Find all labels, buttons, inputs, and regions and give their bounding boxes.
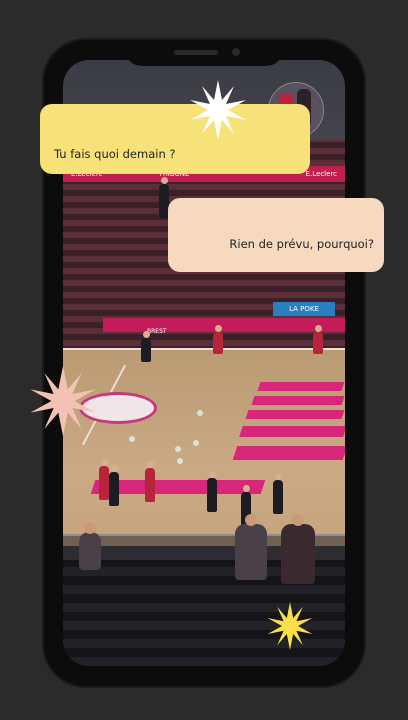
front-camera bbox=[232, 48, 240, 56]
player bbox=[313, 325, 323, 354]
player bbox=[141, 331, 151, 362]
court-line bbox=[63, 348, 345, 350]
player bbox=[273, 473, 283, 514]
starburst-white-icon bbox=[190, 80, 246, 140]
starburst-yellow-icon bbox=[267, 602, 313, 650]
ad-board: BREST LA POKE bbox=[103, 302, 345, 335]
spectator bbox=[281, 514, 315, 584]
spectator bbox=[79, 522, 101, 570]
player bbox=[145, 461, 155, 502]
message-bubble-received: Tu fais quoi demain ? bbox=[40, 104, 310, 174]
ball bbox=[129, 436, 135, 442]
player bbox=[99, 459, 109, 500]
message-bubble-sent: Rien de prévu, pourquoi? bbox=[168, 198, 384, 272]
player bbox=[109, 465, 119, 506]
ball bbox=[175, 446, 181, 452]
court-ad bbox=[232, 446, 345, 460]
player bbox=[213, 325, 223, 354]
message-text: Rien de prévu, pourquoi? bbox=[229, 237, 374, 251]
message-text: Tu fais quoi demain ? bbox=[54, 147, 176, 161]
ball bbox=[197, 410, 203, 416]
starburst-pink-icon bbox=[30, 366, 96, 436]
player bbox=[207, 471, 217, 512]
spectator bbox=[235, 514, 267, 580]
speaker-grille bbox=[174, 50, 218, 55]
court-ad bbox=[251, 396, 345, 405]
ball bbox=[193, 440, 199, 446]
court-ad bbox=[257, 382, 345, 391]
board-logo: LA POKE bbox=[273, 302, 335, 316]
banner-right-text: E.Leclerc bbox=[305, 170, 337, 178]
court-ad bbox=[245, 410, 345, 419]
ball bbox=[177, 458, 183, 464]
court-ad bbox=[239, 426, 345, 437]
